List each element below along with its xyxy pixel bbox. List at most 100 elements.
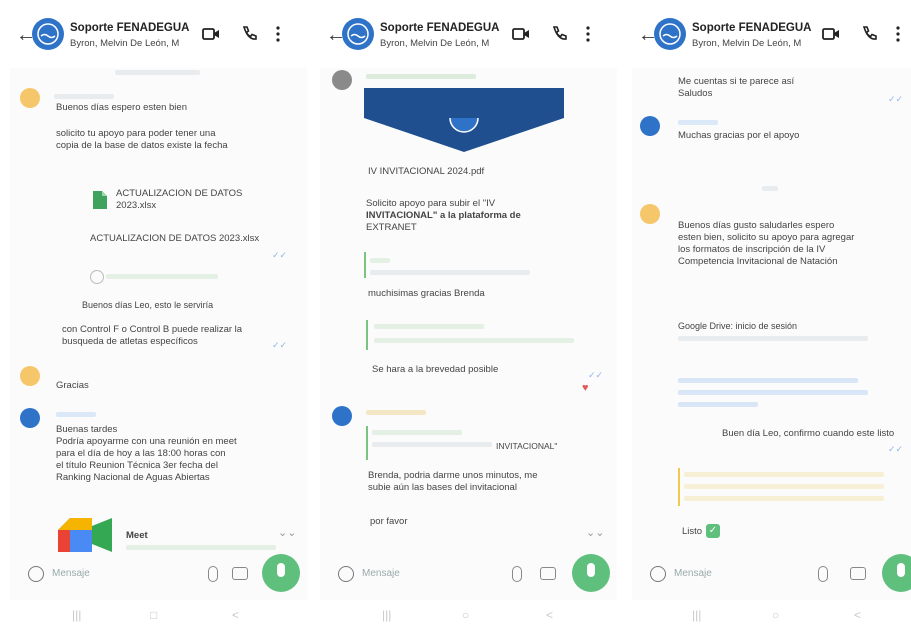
voice-message-button[interactable] <box>882 554 911 592</box>
chat-screen-1: ← Soporte FENADEGUA Byron, Melvin De Leó… <box>10 0 307 630</box>
date-chip <box>762 186 778 191</box>
check-mark-emoji-icon: ✓ <box>706 524 720 538</box>
camera-icon[interactable] <box>540 567 556 580</box>
phone-call-icon[interactable] <box>240 25 258 43</box>
message-text: Se hara a la brevedad posible <box>372 364 499 375</box>
chat-header: ← Soporte FENADEGUA Byron, Melvin De Leó… <box>632 0 911 68</box>
chat-title[interactable]: Soporte FENADEGUA <box>380 22 499 34</box>
emoji-icon[interactable] <box>338 566 354 582</box>
sender-avatar <box>20 408 40 428</box>
nav-back-icon[interactable]: < <box>854 608 861 622</box>
camera-icon[interactable] <box>850 567 866 580</box>
link-preview-title[interactable]: Google Drive: inicio de sesión <box>678 320 797 333</box>
pdf-preview-pennant[interactable] <box>364 118 564 152</box>
scroll-down-icon[interactable]: ⌄⌄ <box>278 526 296 539</box>
voice-message-button[interactable] <box>262 554 300 592</box>
home-icon[interactable]: ○ <box>462 608 469 622</box>
phone-call-icon[interactable] <box>550 25 568 43</box>
message-text: para el día de hoy a las 18:00 horas con <box>56 448 226 459</box>
recent-apps-icon[interactable]: ||| <box>72 608 81 622</box>
more-options-icon[interactable] <box>894 25 902 43</box>
sender-avatar <box>20 366 40 386</box>
message-text: Saludos <box>678 88 713 99</box>
drive-link[interactable] <box>678 402 758 407</box>
chat-members[interactable]: Byron, Melvin De León, M <box>70 38 179 49</box>
sender-avatar <box>332 406 352 426</box>
emoji-icon[interactable] <box>28 566 44 582</box>
excel-file-icon[interactable] <box>92 190 108 210</box>
link-preview-description <box>678 336 868 341</box>
chat-title[interactable]: Soporte FENADEGUA <box>692 22 811 34</box>
heart-reaction-icon[interactable]: ♥ <box>582 382 589 394</box>
attach-icon[interactable] <box>512 566 522 582</box>
chat-members[interactable]: Byron, Melvin De León, M <box>380 38 489 49</box>
group-avatar[interactable] <box>32 18 64 50</box>
message-input[interactable]: Mensaje <box>674 568 712 579</box>
sender-name <box>366 74 476 79</box>
link-preview-title[interactable]: Meet <box>126 530 148 543</box>
drive-link[interactable] <box>678 390 868 395</box>
video-call-icon[interactable] <box>822 25 840 43</box>
file-caption: ACTUALIZACION DE DATOS 2023.xlsx <box>90 233 260 244</box>
quote-bar <box>364 252 366 278</box>
video-call-icon[interactable] <box>512 25 530 43</box>
nav-back-icon[interactable]: < <box>546 608 553 622</box>
chat-members[interactable]: Byron, Melvin De León, M <box>692 38 801 49</box>
home-icon[interactable]: ○ <box>772 608 779 622</box>
message-text: Buenas tardes <box>56 424 118 435</box>
chat-screen-3: ← Soporte FENADEGUA Byron, Melvin De Leó… <box>632 0 911 630</box>
attach-icon[interactable] <box>208 566 218 582</box>
drive-link[interactable] <box>678 378 858 383</box>
file-name[interactable]: ACTUALIZACION DE DATOS <box>116 188 242 201</box>
quote-bar <box>678 468 680 506</box>
chat-title[interactable]: Soporte FENADEGUA <box>70 22 189 34</box>
home-icon[interactable]: □ <box>150 608 157 622</box>
recent-apps-icon[interactable]: ||| <box>382 608 391 622</box>
message-text: copia de la base de datos existe la fech… <box>56 140 228 151</box>
more-options-icon[interactable] <box>584 25 592 43</box>
message-text: los formatos de inscripción de la IV <box>678 244 826 255</box>
file-name[interactable]: IV INVITACIONAL 2024.pdf <box>368 166 484 179</box>
message-composer: Mensaje <box>330 560 556 590</box>
swimmer-logo-icon <box>659 23 681 45</box>
group-avatar[interactable] <box>654 18 686 50</box>
message-text: Gracias <box>56 380 89 391</box>
read-receipt-icon: ✓✓ <box>888 444 904 454</box>
message-text: Solicito apoyo para subir el "IV <box>366 198 496 209</box>
deleted-message-icon <box>90 270 104 284</box>
quoted-sender <box>374 324 484 329</box>
sender-avatar <box>332 70 352 90</box>
google-meet-icon[interactable] <box>58 518 118 552</box>
message-text: Buenos días Leo, esto le serviría <box>82 300 214 310</box>
phone-call-icon[interactable] <box>860 25 878 43</box>
more-options-icon[interactable] <box>274 25 282 43</box>
group-avatar[interactable] <box>342 18 374 50</box>
quoted-text <box>370 270 530 275</box>
recent-apps-icon[interactable]: ||| <box>692 608 701 622</box>
sender-avatar <box>20 88 40 108</box>
message-text: el título Reunion Técnica 3er fecha del <box>56 460 218 471</box>
voice-message-button[interactable] <box>572 554 610 592</box>
attach-icon[interactable] <box>818 566 828 582</box>
quoted-text <box>372 442 492 447</box>
message-text: Listo <box>682 526 703 537</box>
pdf-preview-banner[interactable] <box>364 88 564 118</box>
read-receipt-icon: ✓✓ <box>588 370 604 380</box>
quote-bar <box>366 320 368 350</box>
link-preview-url[interactable] <box>126 545 276 550</box>
message-input[interactable]: Mensaje <box>362 568 400 579</box>
message-text: solicito tu apoyo para poder tener una <box>56 128 216 139</box>
message-text: con Control F o Control B puede realizar… <box>62 324 243 335</box>
android-nav-bar: ||| □ < <box>10 600 307 630</box>
video-call-icon[interactable] <box>202 25 220 43</box>
camera-icon[interactable] <box>232 567 248 580</box>
emoji-icon[interactable] <box>650 566 666 582</box>
nav-back-icon[interactable]: < <box>232 608 239 622</box>
message-composer: Mensaje <box>642 560 866 590</box>
scroll-down-icon[interactable]: ⌄⌄ <box>586 526 604 539</box>
swimmer-logo-icon <box>37 23 59 45</box>
message-input[interactable]: Mensaje <box>52 568 90 579</box>
read-receipt-icon: ✓✓ <box>272 250 288 260</box>
message-text: subie aún las bases del invitacional <box>368 482 517 493</box>
message-text: muchisimas gracias Brenda <box>368 288 485 299</box>
